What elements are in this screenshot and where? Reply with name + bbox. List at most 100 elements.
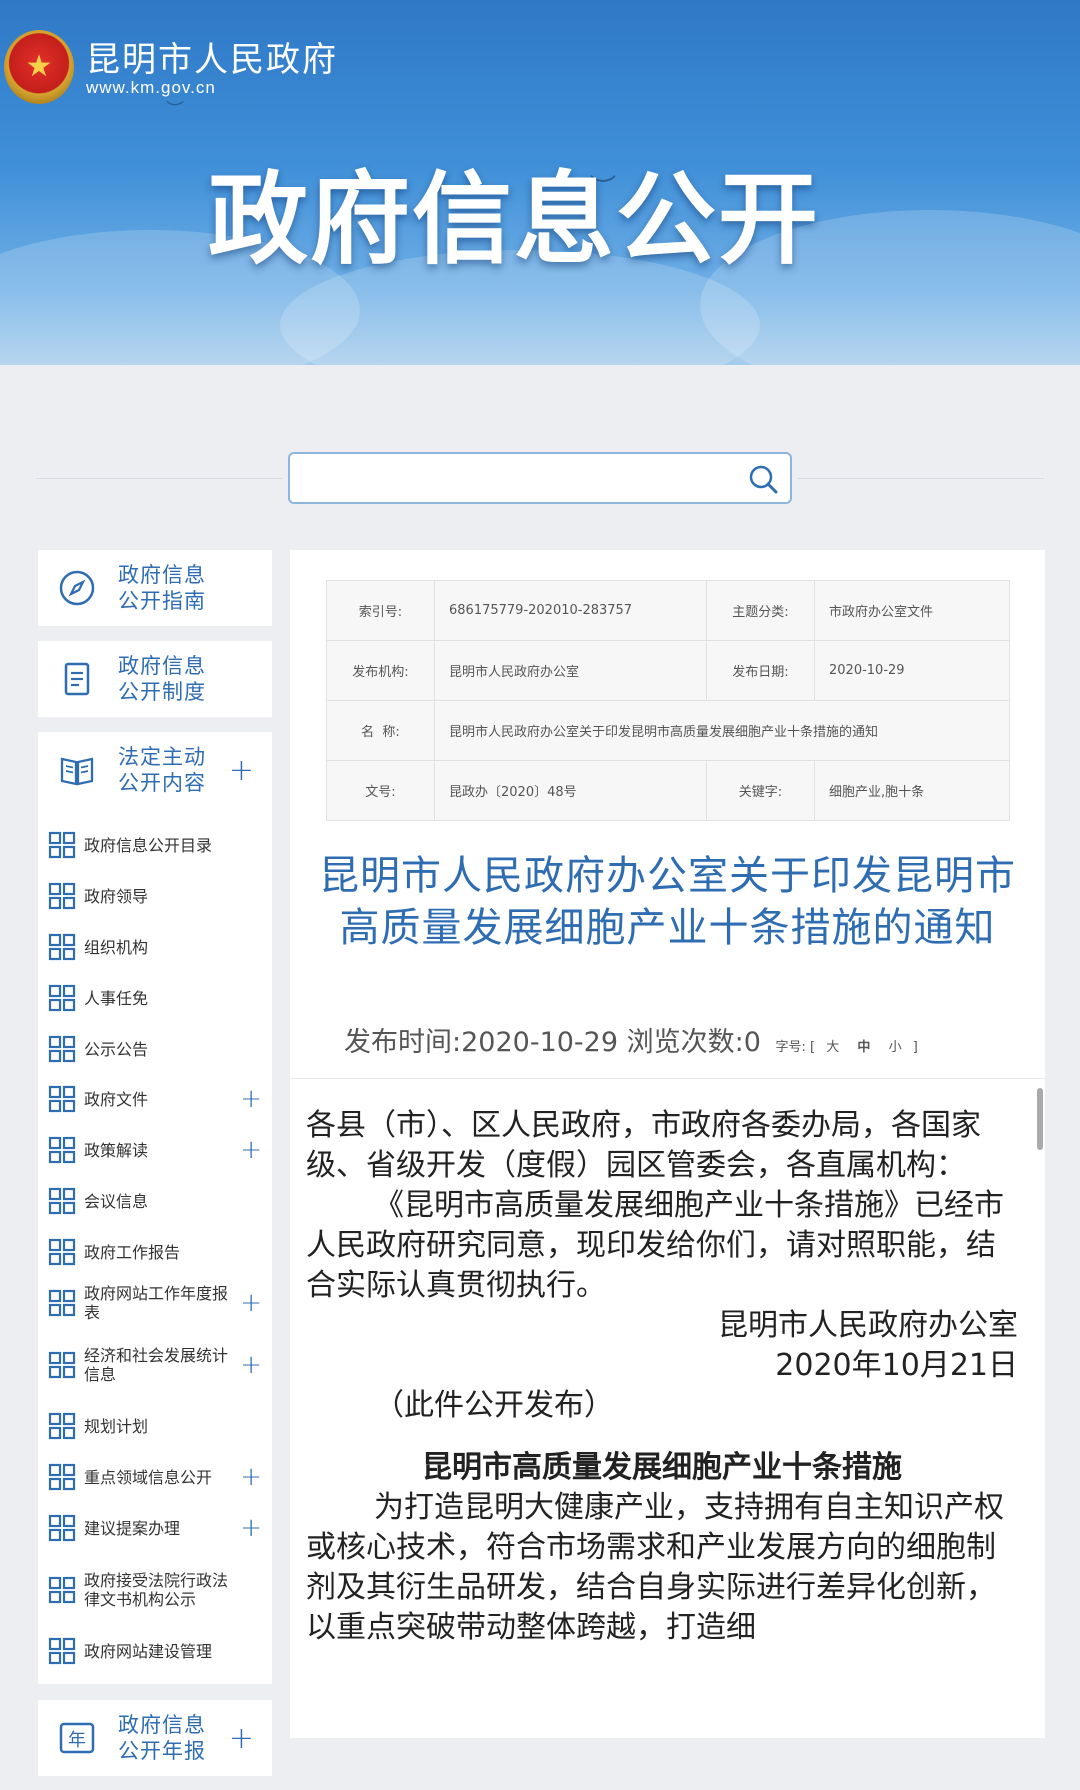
expand-plus-icon[interactable]: +	[240, 1084, 262, 1114]
salutation: 各县（市）、区人民政府，市政府各委办局，各国家级、省级开发（度假）园区管委会，各…	[306, 1108, 981, 1183]
sidebar-menu-item[interactable]: 政府网站建设管理	[38, 1628, 272, 1674]
search-divider-left	[36, 478, 282, 479]
font-size-label: 字号:	[775, 1040, 806, 1055]
sidebar-menu-label: 政策解读	[84, 1140, 149, 1160]
expand-plus-icon[interactable]: +	[240, 1462, 262, 1492]
bird-icon: ︶	[166, 100, 184, 121]
sidebar-menu-label: 政府文件	[84, 1089, 149, 1109]
meta-value-date: 2020-10-29	[814, 640, 1010, 701]
search-divider-right	[798, 478, 1044, 479]
page-banner-title: 政府信息公开	[208, 161, 820, 278]
grid-icon	[48, 1085, 76, 1113]
sidebar-menu-label: 经济和社会发展统计信息	[84, 1346, 229, 1384]
meta-value-name: 昆明市人民政府办公室关于印发昆明市高质量发展细胞产业十条措施的通知	[434, 700, 1010, 761]
sidebar-menu-item[interactable]: 政府领导	[38, 873, 272, 919]
sidebar-card-guide[interactable]: 政府信息 公开指南	[38, 550, 272, 626]
expand-plus-icon[interactable]: +	[240, 1513, 262, 1543]
sidebar-menu-item[interactable]: 政策解读 +	[38, 1127, 272, 1173]
scrollbar-thumb[interactable]	[1037, 1088, 1043, 1150]
header-banner: ★ 昆明市人民政府 www.km.gov.cn ︶ ︶ 政府信息公开	[0, 0, 1080, 365]
grid-icon	[48, 933, 76, 961]
year-icon: 年	[59, 1722, 95, 1754]
views-label: 浏览次数:	[626, 1027, 744, 1058]
grid-icon	[48, 831, 76, 859]
sidebar-menu-item[interactable]: 公示公告	[38, 1026, 272, 1072]
sidebar-card-label: 政府信息 公开制度	[118, 654, 206, 704]
expand-plus-icon[interactable]: +	[240, 1135, 262, 1165]
sidebar-card-annual-report[interactable]: 年 政府信息 公开年报 +	[38, 1700, 272, 1776]
font-size-small[interactable]: 小	[889, 1040, 902, 1055]
meta-label: 索引号:	[326, 580, 435, 641]
meta-value-keyword: 细胞产业,胞十条	[814, 760, 1010, 821]
sidebar-menu-label: 人事任免	[84, 988, 149, 1008]
meta-label: 发布日期:	[706, 640, 815, 701]
meta-value-docno: 昆政办〔2020〕48号	[434, 760, 707, 821]
meta-label: 发布机构:	[326, 640, 435, 701]
sidebar-menu-item[interactable]: 政府接受法院行政法律文书机构公示	[38, 1567, 272, 1613]
search-box	[288, 452, 792, 504]
sidebar-menu-item[interactable]: 人事任免	[38, 975, 272, 1021]
public-note: （此件公开发布）	[374, 1388, 614, 1423]
font-size-medium[interactable]: 中	[857, 1040, 870, 1055]
sidebar-menu-item[interactable]: 政府文件 +	[38, 1076, 272, 1122]
sidebar-card-label: 政府信息 公开指南	[118, 563, 206, 613]
sidebar-menu-item[interactable]: 经济和社会发展统计信息 +	[38, 1342, 272, 1388]
bracket-close: ]	[912, 1040, 918, 1055]
sidebar-card-system[interactable]: 政府信息 公开制度	[38, 641, 272, 717]
document-icon	[64, 662, 90, 696]
expand-plus-icon[interactable]: +	[229, 753, 254, 788]
sidebar-menu-item[interactable]: 政府信息公开目录	[38, 822, 272, 868]
expand-plus-icon[interactable]: +	[240, 1350, 262, 1380]
sidebar-menu-item[interactable]: 组织机构	[38, 924, 272, 970]
grid-icon	[48, 882, 76, 910]
search-input[interactable]	[302, 462, 722, 494]
signature-date: 2020年10月21日	[775, 1348, 1018, 1383]
divider	[290, 1078, 1045, 1079]
expand-plus-icon[interactable]: +	[229, 1721, 254, 1756]
sidebar-card-statutory[interactable]: 法定主动 公开内容 +	[38, 732, 272, 808]
publish-label: 发布时间:	[344, 1027, 462, 1058]
article-panel: 索引号: 686175779-202010-283757 主题分类: 市政府办公…	[290, 550, 1045, 1738]
sidebar-menu-label: 政府信息公开目录	[84, 835, 213, 855]
grid-icon	[48, 1351, 76, 1379]
grid-icon	[48, 1035, 76, 1063]
grid-icon	[48, 1637, 76, 1665]
compass-icon	[59, 570, 95, 606]
meta-label: 关键字:	[706, 760, 815, 821]
site-url[interactable]: www.km.gov.cn	[86, 78, 216, 98]
font-size-large[interactable]: 大	[826, 1040, 839, 1055]
sidebar-menu-label: 政府工作报告	[84, 1242, 181, 1262]
national-emblem-icon: ★	[4, 30, 74, 104]
sidebar-menu-item[interactable]: 规划计划	[38, 1403, 272, 1449]
search-icon[interactable]	[746, 462, 780, 496]
article-title: 昆明市人民政府办公室关于印发昆明市高质量发展细胞产业十条措施的通知	[319, 853, 1016, 951]
meta-value-org: 昆明市人民政府办公室	[434, 640, 707, 701]
sidebar-menu-label: 重点领域信息公开	[84, 1467, 213, 1487]
signature-org: 昆明市人民政府办公室	[718, 1308, 1018, 1343]
sidebar-menu: 政府信息公开目录 政府领导 组织机构 人事任免 公示公告 政府文件 + 政策解读 + 会议信息 政府…	[38, 808, 272, 1684]
expand-plus-icon[interactable]: +	[240, 1288, 262, 1318]
sidebar-menu-label: 会议信息	[84, 1191, 149, 1211]
sidebar-menu-item[interactable]: 重点领域信息公开 +	[38, 1454, 272, 1500]
grid-icon	[48, 1576, 76, 1604]
site-name[interactable]: 昆明市人民政府	[86, 32, 338, 81]
sidebar-menu-label: 政府网站工作年度报表	[84, 1284, 229, 1322]
grid-icon	[48, 1289, 76, 1317]
sidebar-menu-item[interactable]: 建议提案办理 +	[38, 1505, 272, 1551]
grid-icon	[48, 1187, 76, 1215]
paragraph: 为打造昆明大健康产业，支持拥有自主知识产权或核心技术，符合市场需求和产业发展方向…	[306, 1490, 1004, 1645]
sidebar-menu-item[interactable]: 政府工作报告	[38, 1229, 272, 1275]
svg-text:年: 年	[68, 1730, 86, 1751]
sidebar-menu-label: 政府网站建设管理	[84, 1641, 213, 1661]
meta-label: 主题分类:	[706, 580, 815, 641]
grid-icon	[48, 1463, 76, 1491]
sidebar-menu-item[interactable]: 政府网站工作年度报表 +	[38, 1280, 272, 1326]
meta-value-index: 686175779-202010-283757	[434, 580, 707, 641]
views-count: 0	[743, 1027, 761, 1058]
grid-icon	[48, 1514, 76, 1542]
grid-icon	[48, 1136, 76, 1164]
meta-label: 名 称:	[326, 700, 435, 761]
sidebar-menu-item[interactable]: 会议信息	[38, 1178, 272, 1224]
font-size-switcher: 字号: [ 大 中 小 ]	[776, 1040, 918, 1055]
sidebar-menu-label: 政府接受法院行政法律文书机构公示	[84, 1571, 229, 1609]
